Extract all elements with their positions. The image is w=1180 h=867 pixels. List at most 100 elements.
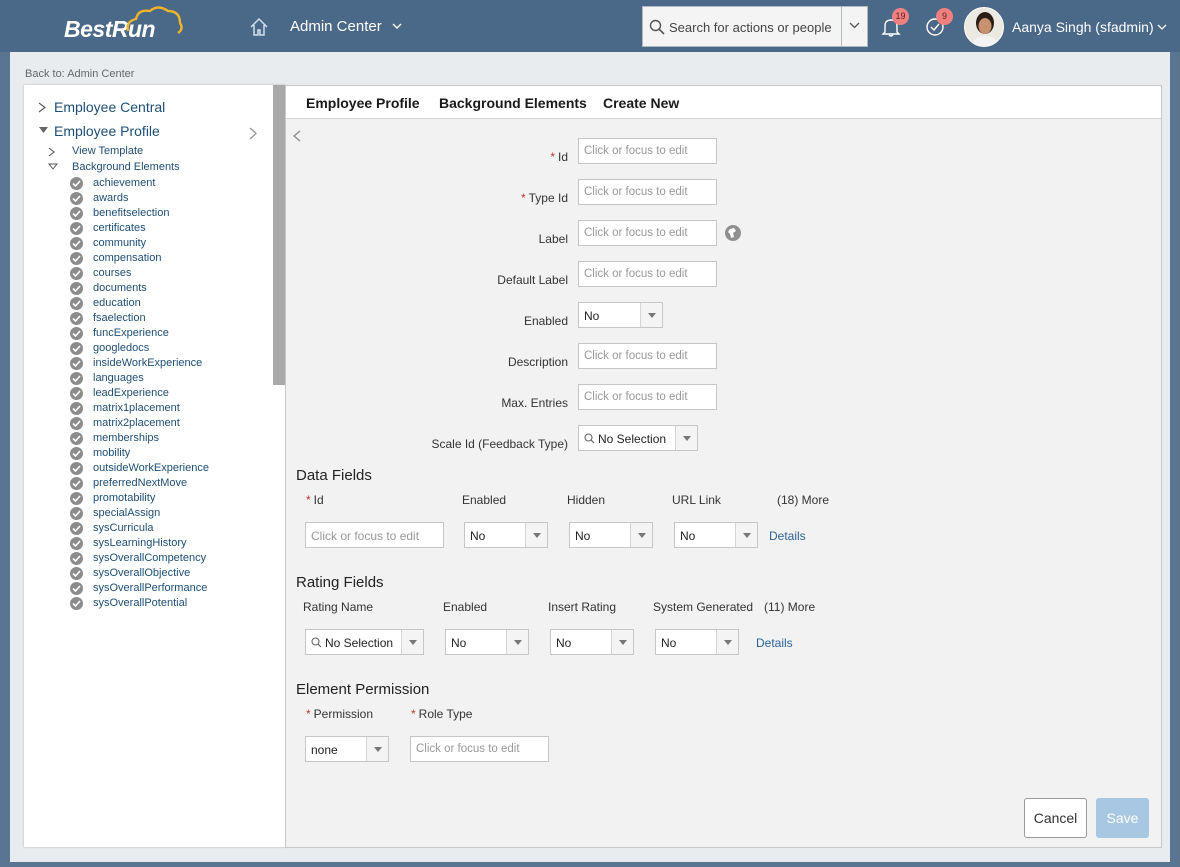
list-item-label: specialAssign bbox=[93, 507, 161, 519]
default-label-field[interactable]: Click or focus to edit bbox=[578, 261, 717, 287]
list-item-label: fsaelection bbox=[93, 312, 146, 324]
column-label: Id bbox=[313, 493, 324, 507]
breadcrumb-background-elements[interactable]: Background Elements bbox=[439, 95, 587, 111]
save-button[interactable]: Save bbox=[1096, 798, 1149, 838]
dropdown-arrow[interactable] bbox=[611, 630, 633, 654]
data-field-hidden-select[interactable]: No bbox=[569, 522, 653, 548]
breadcrumb-create-new: Create New bbox=[603, 95, 680, 111]
checkmark-icon bbox=[70, 402, 83, 415]
caret-down-icon bbox=[39, 127, 48, 133]
tasks-badge: 9 bbox=[936, 8, 953, 25]
label-field[interactable]: Click or focus to edit bbox=[578, 220, 717, 246]
system-generated-select[interactable]: No bbox=[655, 629, 739, 655]
type-id-field[interactable]: Click or focus to edit bbox=[578, 179, 717, 205]
enabled-select[interactable]: No bbox=[578, 302, 663, 328]
home-icon[interactable] bbox=[248, 16, 270, 38]
list-item-label: memberships bbox=[93, 432, 160, 444]
checkmark-icon bbox=[70, 597, 83, 610]
rating-name-select[interactable]: No Selection bbox=[305, 629, 424, 655]
list-item-label: googledocs bbox=[93, 342, 150, 354]
dropdown-arrow[interactable] bbox=[401, 630, 423, 654]
checkmark-icon bbox=[70, 462, 83, 475]
caret-down-icon bbox=[743, 533, 751, 538]
chevron-left-icon[interactable] bbox=[293, 130, 301, 142]
dropdown-arrow[interactable] bbox=[630, 523, 652, 547]
avatar[interactable] bbox=[964, 7, 1004, 47]
id-field[interactable]: Click or focus to edit bbox=[578, 138, 717, 164]
back-to-admin-center-link[interactable]: Back to: Admin Center bbox=[25, 68, 134, 80]
chevron-right-icon[interactable] bbox=[249, 127, 257, 140]
select-value: No bbox=[575, 529, 591, 543]
insert-rating-select[interactable]: No bbox=[550, 629, 634, 655]
dropdown-arrow[interactable] bbox=[716, 630, 738, 654]
column-label: Permission bbox=[313, 707, 374, 721]
main-canvas: Back to: Admin Center Employee Central E… bbox=[10, 52, 1170, 862]
checkmark-icon bbox=[70, 582, 83, 595]
admin-center-menu[interactable]: Admin Center bbox=[290, 18, 402, 35]
id-label: * Id bbox=[550, 150, 568, 164]
breadcrumb-employee-profile[interactable]: Employee Profile bbox=[306, 95, 420, 111]
dropdown-arrow[interactable] bbox=[640, 303, 662, 327]
list-item-label: sysLearningHistory bbox=[93, 537, 187, 549]
type-id-label-text: Type Id bbox=[528, 191, 568, 205]
data-fields-more-link[interactable]: (18) More bbox=[777, 493, 829, 507]
chevron-down-icon bbox=[392, 23, 402, 29]
content-panel: Employee Profile Background Elements Cre… bbox=[285, 85, 1162, 848]
user-name[interactable]: Aanya Singh (sfadmin) bbox=[1012, 19, 1154, 35]
list-item-label: leadExperience bbox=[93, 387, 169, 399]
select-value: No bbox=[680, 529, 696, 543]
chevron-down-icon[interactable] bbox=[1157, 24, 1167, 30]
caret-down-icon bbox=[533, 533, 541, 538]
dropdown-arrow[interactable] bbox=[525, 523, 547, 547]
shell-header: BestRun Admin Center Search for actions … bbox=[0, 0, 1180, 52]
list-item-label: documents bbox=[93, 282, 147, 294]
checkmark-icon bbox=[70, 387, 83, 400]
element-permission-heading: Element Permission bbox=[296, 681, 430, 698]
cancel-button[interactable]: Cancel bbox=[1024, 798, 1087, 838]
list-item-label: benefitselection bbox=[93, 207, 170, 219]
caret-down-icon bbox=[683, 436, 691, 441]
role-type-field[interactable]: Click or focus to edit bbox=[410, 736, 549, 762]
insert-rating-header: Insert Rating bbox=[548, 600, 617, 614]
rating-fields-more-link[interactable]: (11) More bbox=[764, 600, 815, 614]
search-dropdown-button[interactable] bbox=[841, 7, 867, 46]
rating-fields-heading: Rating Fields bbox=[296, 574, 384, 591]
cloud-icon bbox=[126, 6, 183, 34]
rating-fields-details-link[interactable]: Details bbox=[756, 636, 793, 650]
checkmark-icon bbox=[70, 372, 83, 385]
caret-down-icon bbox=[638, 533, 646, 538]
rating-enabled-select[interactable]: No bbox=[445, 629, 529, 655]
admin-center-label: Admin Center bbox=[290, 18, 382, 35]
data-field-enabled-select[interactable]: No bbox=[464, 522, 548, 548]
dropdown-arrow[interactable] bbox=[735, 523, 757, 547]
permission-select[interactable]: none bbox=[305, 736, 389, 762]
search-input[interactable]: Search for actions or people bbox=[642, 6, 868, 47]
tree-node-label: Employee Central bbox=[54, 99, 166, 115]
checkmark-icon bbox=[70, 267, 83, 280]
list-item-label: compensation bbox=[93, 252, 162, 264]
notifications-badge: 19 bbox=[892, 8, 909, 25]
id-label-text: Id bbox=[557, 150, 568, 164]
list-item-label: achievement bbox=[93, 177, 156, 189]
data-fields-details-link[interactable]: Details bbox=[769, 529, 806, 543]
data-fields-id-header: * Id bbox=[306, 493, 324, 507]
list-item-label: sysOverallObjective bbox=[93, 567, 191, 579]
tree-node-label: Employee Profile bbox=[54, 123, 160, 139]
data-field-id-input[interactable]: Click or focus to edit bbox=[305, 522, 444, 548]
dropdown-arrow[interactable] bbox=[675, 426, 697, 450]
caret-down-icon bbox=[514, 640, 522, 645]
select-value: No bbox=[470, 529, 486, 543]
scale-id-select[interactable]: No Selection bbox=[578, 425, 698, 451]
dropdown-arrow[interactable] bbox=[506, 630, 528, 654]
dropdown-arrow[interactable] bbox=[366, 737, 388, 761]
permission-header: * Permission bbox=[306, 707, 373, 721]
list-item-label: outsideWorkExperience bbox=[93, 462, 209, 474]
data-field-url-link-select[interactable]: No bbox=[674, 522, 758, 548]
checkmark-icon bbox=[70, 192, 83, 205]
globe-icon[interactable] bbox=[725, 225, 741, 241]
translate-globe-glyph bbox=[728, 228, 736, 238]
max-entries-field[interactable]: Click or focus to edit bbox=[578, 384, 717, 410]
description-field[interactable]: Click or focus to edit bbox=[578, 343, 717, 369]
checkmark-icon bbox=[70, 522, 83, 535]
list-item-label: preferredNextMove bbox=[93, 477, 188, 489]
